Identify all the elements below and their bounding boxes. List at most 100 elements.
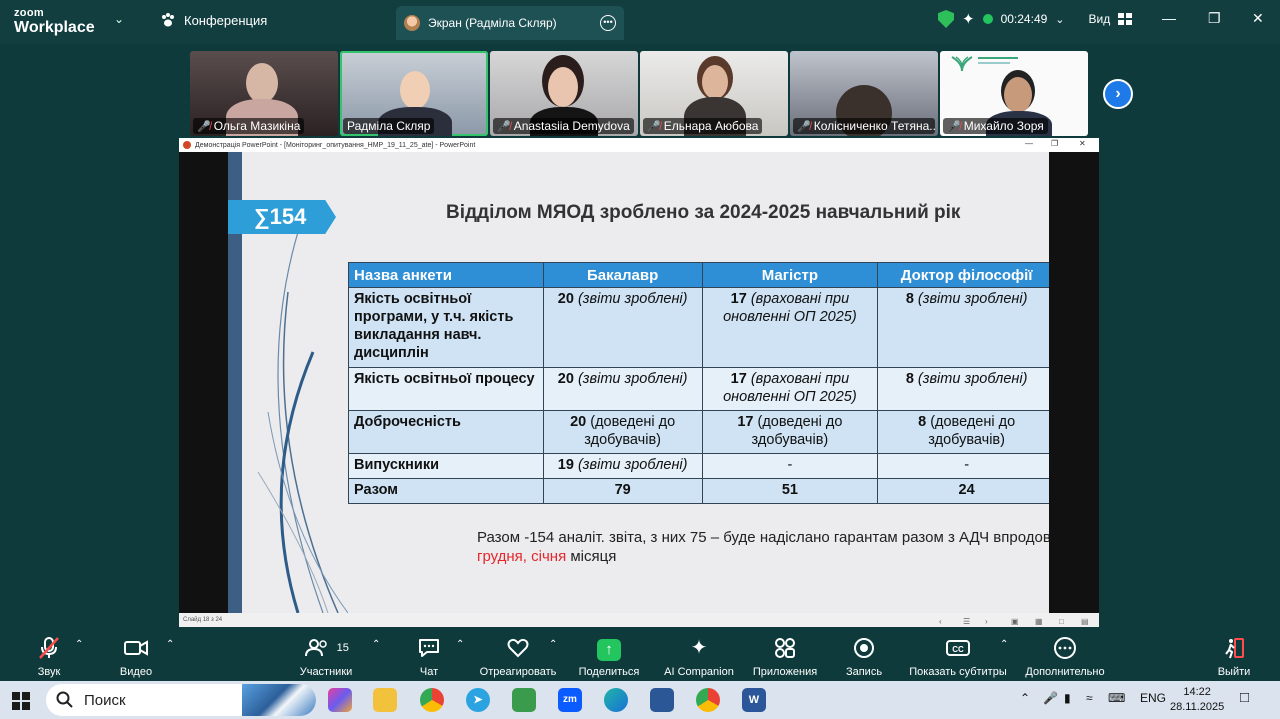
shield-icon[interactable] (938, 10, 954, 28)
chrome-icon[interactable] (420, 688, 444, 712)
captions-button[interactable]: CC Показать субтитры (906, 636, 1010, 678)
cell-number: 17 (730, 291, 747, 307)
ai-companion-button[interactable]: ✦ AI Companion (660, 636, 738, 678)
chevron-up-icon[interactable]: ⌃ (75, 639, 83, 650)
menu-icon[interactable]: ☰ (963, 615, 970, 629)
language-indicator[interactable]: ENG (1140, 691, 1166, 705)
table-row-label: Випускники (348, 453, 544, 479)
cell-number: 19 (557, 457, 574, 473)
chat-button[interactable]: Чат (412, 636, 446, 678)
chrome-profile-icon[interactable] (696, 688, 720, 712)
participant-tile[interactable]: 🎤̸ Ольга Мазикіна (190, 51, 338, 136)
screen-share-tab[interactable]: Экран (Радміла Скляр) ••• (396, 6, 624, 40)
copilot-icon[interactable] (328, 688, 352, 712)
chevron-down-icon[interactable]: ⌄ (1055, 13, 1064, 26)
search-label: Поиск (84, 691, 126, 709)
normal-view-icon[interactable]: ▣ (1011, 615, 1019, 629)
participant-name: Ольга Мазикіна (213, 119, 301, 133)
chevron-left-icon[interactable]: ‹ (939, 615, 942, 629)
close-icon[interactable]: ✕ (1252, 10, 1264, 27)
computer-icon[interactable] (650, 688, 674, 712)
minimize-icon[interactable]: — (1025, 139, 1033, 148)
table-row-label: Якість освітньої програми, у т.ч. якість… (348, 287, 544, 368)
table-total-row: Разом 79 51 24 (348, 478, 1049, 504)
record-button[interactable]: Запись (842, 636, 886, 678)
taskbar-clock[interactable]: 14:22 28.11.2025 (1170, 685, 1224, 715)
participants-icon: 15 (296, 636, 356, 660)
chevron-up-icon[interactable]: ⌃ (166, 639, 174, 650)
chevron-up-icon[interactable]: ⌃ (549, 639, 557, 650)
more-button[interactable]: Дополнительно (1022, 636, 1108, 678)
chevron-down-icon[interactable]: ⌄ (114, 12, 124, 26)
windows-start-icon[interactable] (12, 692, 30, 710)
spreadsheet-icon[interactable] (512, 688, 536, 712)
more-options-icon[interactable]: ••• (600, 15, 616, 31)
table-row-label: Доброчесність (348, 410, 544, 454)
record-icon (842, 636, 886, 660)
taskbar-search[interactable]: Поиск (46, 684, 316, 716)
participant-tile[interactable]: 🎤̸ Ельнара Аюбова (640, 51, 788, 136)
table-cell: 20 (звіти зроблені) (542, 287, 703, 368)
sparkle-icon[interactable]: ✦ (962, 10, 975, 28)
logo-line1: zoom (14, 7, 44, 19)
microphone-icon[interactable]: 🎤 (1043, 691, 1058, 705)
mic-muted-icon: 🎤̸ (947, 120, 961, 133)
conference-tab[interactable]: Конференция (160, 12, 267, 28)
leave-label: Выйти (1217, 666, 1251, 678)
wifi-icon[interactable]: ≈ (1086, 691, 1093, 705)
participant-tile[interactable]: 🎤̸ Михайло Зоря (940, 51, 1088, 136)
reading-view-icon[interactable]: □ (1059, 615, 1064, 629)
participants-button[interactable]: 15 Участники (296, 636, 356, 678)
react-button[interactable]: Отреагировать (476, 636, 560, 678)
sorter-view-icon[interactable]: ▦ (1035, 615, 1043, 629)
leave-button[interactable]: Выйти (1214, 636, 1254, 678)
restore-icon[interactable]: ❐ (1051, 139, 1058, 148)
notification-icon[interactable]: □ (1240, 689, 1249, 706)
participant-video (400, 71, 430, 109)
table-row: Якість освітньої процесу 20 (звіти зробл… (348, 367, 1049, 411)
chevron-up-icon[interactable]: ⌃ (1000, 639, 1008, 650)
word-icon[interactable]: W (742, 688, 766, 712)
cell-number: 20 (557, 291, 574, 307)
chevron-up-icon[interactable]: ⌃ (456, 639, 464, 650)
participant-tile[interactable]: Радміла Скляр (340, 51, 488, 136)
cell-note: (доведені до здобувачів) (928, 414, 1016, 448)
screen-tab-label: Экран (Радміла Скляр) (428, 16, 557, 30)
ppt-window-title: Демонстрація PowerPoint - [Моніторинг_оп… (195, 141, 476, 149)
participant-tile[interactable]: 🎤̸ Колісниченко Тетяна... (790, 51, 938, 136)
zoom-app-icon[interactable]: zm (558, 688, 582, 712)
chat-label: Чат (419, 666, 439, 678)
keyboard-icon[interactable]: ⌨ (1108, 691, 1125, 705)
next-page-button[interactable]: › (1103, 79, 1133, 109)
chevron-up-icon[interactable]: ⌃ (1020, 691, 1030, 705)
shared-screen: Демонстрація PowerPoint - [Моніторинг_оп… (179, 138, 1099, 627)
grid-icon[interactable] (1118, 13, 1133, 25)
minimize-icon[interactable]: — (1162, 10, 1176, 26)
file-explorer-icon[interactable] (373, 688, 397, 712)
video-button[interactable]: Видео (110, 636, 162, 678)
close-icon[interactable]: ✕ (1079, 139, 1086, 148)
view-button[interactable]: Вид (1089, 12, 1111, 26)
cell-note: (доведені до здобувачів) (751, 414, 843, 448)
table-cell: - (701, 453, 879, 479)
table-header-row: Назва анкети Бакалавр Магістр Доктор філ… (348, 262, 1049, 288)
mic-muted-icon (28, 636, 70, 660)
chevron-right-icon[interactable]: › (985, 615, 988, 629)
zoom-logo[interactable]: zoom Workplace (14, 8, 95, 36)
slideshow-view-icon[interactable]: ▤ (1081, 615, 1089, 629)
participant-tile[interactable]: 🎤̸ Anastasiia Demydova (490, 51, 638, 136)
mic-muted-icon: 🎤̸ (497, 120, 511, 133)
clock-time: 14:22 (1183, 686, 1211, 698)
ai-companion-label: AI Companion (664, 666, 734, 678)
mic-muted-icon: 🎤̸ (197, 120, 211, 133)
share-button[interactable]: ↑ Поделиться (576, 636, 642, 678)
battery-icon[interactable]: ▮ (1064, 691, 1071, 705)
apps-button[interactable]: Приложения (748, 636, 822, 678)
chevron-up-icon[interactable]: ⌃ (372, 639, 380, 650)
zoom-title-bar: zoom Workplace ⌄ Конференция Экран (Радм… (0, 0, 1280, 44)
edge-icon[interactable] (604, 688, 628, 712)
restore-icon[interactable]: ❐ (1208, 10, 1221, 27)
audio-button[interactable]: Звук (28, 636, 70, 678)
slide: ∑154 Відділом МЯОД зроблено за 2024-2025… (228, 152, 1049, 613)
telegram-icon[interactable]: ➤ (466, 688, 490, 712)
